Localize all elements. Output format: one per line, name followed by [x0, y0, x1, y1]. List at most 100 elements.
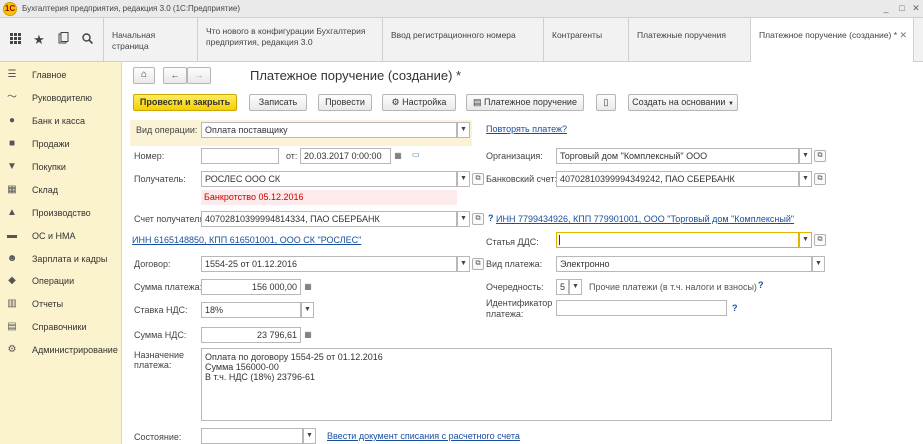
document-icon[interactable]: ▯ — [596, 94, 616, 111]
vat-amount-field[interactable]: 23 796,61 — [201, 327, 301, 343]
recipient-inn-link[interactable]: ИНН 6165148850, КПП 616501001, ООО СК "Р… — [132, 235, 361, 245]
priority-description: Прочие платежи (в т.ч. налоги и взносы) — [589, 282, 757, 292]
contract-dropdown-icon[interactable]: ▼ — [457, 256, 470, 272]
contract-field[interactable]: 1554-25 от 01.12.2016 — [201, 256, 457, 272]
create-based-on-button[interactable]: Создать на основании ▼ — [628, 94, 738, 111]
payment-id-field[interactable] — [556, 300, 727, 316]
bank-account-dropdown-icon[interactable]: ▼ — [799, 171, 812, 187]
print-payment-order-button[interactable]: ▤ Платежное поручение — [466, 94, 584, 111]
payment-type-label: Вид платежа: — [486, 259, 543, 269]
sidebar-item-production[interactable]: ▲ Производство — [0, 201, 121, 224]
close-tab-icon[interactable]: ✕ — [899, 30, 907, 41]
number-field[interactable] — [201, 148, 279, 164]
home-icon[interactable]: ⌂ — [133, 67, 155, 84]
post-button[interactable]: Провести — [318, 94, 372, 111]
repeat-payment-link[interactable]: Повторять платеж? — [486, 124, 567, 134]
close-window-button[interactable]: ✕ — [910, 2, 922, 14]
history-icon[interactable] — [54, 31, 72, 49]
operation-type-field[interactable]: Оплата поставщику — [201, 122, 457, 138]
organization-open-icon[interactable]: ⧉ — [814, 150, 826, 162]
back-arrow-icon[interactable]: ← — [163, 67, 187, 84]
recipient-account-field[interactable]: 40702810399994814334, ПАО СБЕРБАНК — [201, 211, 457, 227]
state-label: Состояние: — [134, 432, 182, 442]
sidebar-item-bank[interactable]: ● Банк и касса — [0, 110, 121, 133]
calendar-icon[interactable]: ▦ — [392, 148, 404, 164]
forward-arrow-icon[interactable]: → — [187, 67, 211, 84]
recipient-dropdown-icon[interactable]: ▼ — [457, 171, 470, 187]
bank-account-open-icon[interactable]: ⧉ — [814, 173, 826, 185]
payment-id-help-icon[interactable]: ? — [732, 303, 738, 313]
title-bar: 1С Бухгалтерия предприятия, редакция 3.0… — [0, 0, 923, 18]
tab-counterparties[interactable]: Контрагенты — [543, 18, 628, 61]
favorites-star-icon[interactable]: ★ — [30, 31, 48, 49]
apps-grid-icon[interactable] — [6, 31, 24, 49]
amount-field[interactable]: 156 000,00 — [201, 279, 301, 295]
organization-dropdown-icon[interactable]: ▼ — [799, 148, 812, 164]
sidebar-item-purchases[interactable]: ▼ Покупки — [0, 156, 121, 179]
sidebar-item-operations[interactable]: ◆ Операции — [0, 270, 121, 293]
sidebar-item-label: Главное — [32, 70, 67, 81]
minimize-button[interactable]: _ — [880, 2, 892, 14]
create-based-label: Создать на основании — [632, 97, 726, 107]
sidebar-item-sales[interactable]: ■ Продажи — [0, 133, 121, 156]
vat-rate-field[interactable]: 18% — [201, 302, 301, 318]
post-and-close-button[interactable]: Провести и закрыть — [133, 94, 237, 111]
tab-payment-orders[interactable]: Платежные поручения — [628, 18, 750, 61]
sidebar-item-directories[interactable]: ▤ Справочники — [0, 316, 121, 339]
vat-rate-dropdown-icon[interactable]: ▼ — [301, 302, 314, 318]
purpose-textarea[interactable]: Оплата по договору 1554-25 от 01.12.2016… — [201, 348, 832, 421]
calculator-icon[interactable]: ▦ — [302, 327, 314, 343]
recipient-open-icon[interactable]: ⧉ — [472, 173, 484, 185]
sidebar-item-manager[interactable]: 〜 Руководителю — [0, 87, 121, 110]
sidebar-item-label: Операции — [32, 276, 75, 287]
sidebar-item-salary[interactable]: ☻ Зарплата и кадры — [0, 247, 121, 270]
payment-type-dropdown-icon[interactable]: ▼ — [812, 256, 825, 272]
recipient-account-dropdown-icon[interactable]: ▼ — [457, 211, 470, 227]
sidebar-item-warehouse[interactable]: ▦ Склад — [0, 178, 121, 201]
dds-open-icon[interactable]: ⧉ — [814, 234, 826, 246]
tab-whats-new[interactable]: Что нового в конфигурации Бухгалтерия пр… — [197, 18, 382, 61]
payment-id-label-2: платежа: — [486, 309, 524, 319]
contract-open-icon[interactable]: ⧉ — [472, 258, 484, 270]
sidebar-item-admin[interactable]: ⚙ Администрирование — [0, 339, 121, 362]
sidebar-item-label: Отчеты — [32, 299, 64, 310]
recipient-field[interactable]: РОСЛЕС ООО СК — [201, 171, 457, 187]
tab-home[interactable]: Начальная страница — [103, 18, 197, 61]
organization-inn-link[interactable]: __ИНН 7799434926, КПП 779901001, ООО "То… — [486, 214, 794, 224]
people-icon: ☻ — [6, 252, 18, 264]
operation-type-dropdown-icon[interactable]: ▼ — [457, 122, 470, 138]
organization-inn-text: ИНН 7799434926, КПП 779901001, ООО "Торг… — [496, 214, 795, 224]
write-off-document-link[interactable]: Ввести документ списания с расчетного сч… — [327, 431, 520, 441]
sidebar-item-label: Администрирование — [32, 345, 118, 356]
search-icon[interactable] — [78, 31, 96, 49]
print-label: Платежное поручение — [484, 97, 577, 107]
cart-icon: ▼ — [7, 161, 17, 172]
recipient-account-open-icon[interactable]: ⧉ — [472, 213, 484, 225]
state-field[interactable] — [201, 428, 303, 444]
priority-field[interactable]: 5 — [556, 279, 569, 295]
maximize-button[interactable]: □ — [896, 2, 908, 14]
state-dropdown-icon[interactable]: ▼ — [303, 428, 316, 444]
priority-help-icon[interactable]: ? — [758, 280, 764, 290]
factory-icon: ▲ — [7, 206, 17, 218]
priority-dropdown-icon[interactable]: ▼ — [569, 279, 582, 295]
calculator-icon[interactable]: ▦ — [302, 279, 314, 295]
save-button[interactable]: Записать — [249, 94, 307, 111]
date-field[interactable]: 20.03.2017 0:00:00 — [300, 148, 391, 164]
sidebar-item-assets[interactable]: ▬ ОС и НМА — [0, 224, 121, 247]
chevron-down-icon: ▼ — [727, 101, 734, 107]
dds-label: Статья ДДС: — [486, 237, 539, 247]
tab-registration-number[interactable]: Ввод регистрационного номера — [382, 18, 543, 61]
bankruptcy-warning: Банкротство 05.12.2016 — [201, 190, 457, 205]
report-icon: ▥ — [7, 298, 17, 310]
organization-field[interactable]: Торговый дом "Комплексный" ООО — [556, 148, 799, 164]
dds-dropdown-icon[interactable]: ▼ — [799, 232, 812, 248]
settings-button[interactable]: ⚙ Настройка — [382, 94, 456, 111]
tab-payment-order-create[interactable]: Платежное поручение (создание) * ✕ — [750, 18, 914, 62]
sidebar-item-reports[interactable]: ▥ Отчеты — [0, 293, 121, 316]
dds-field[interactable] — [556, 232, 799, 248]
bank-account-field[interactable]: 40702810399994349242, ПАО СБЕРБАНК — [556, 171, 799, 187]
payment-type-field[interactable]: Электронно — [556, 256, 812, 272]
numbering-icon[interactable]: ▭ — [412, 150, 420, 159]
sidebar-item-main[interactable]: ☰ Главное — [0, 64, 121, 87]
